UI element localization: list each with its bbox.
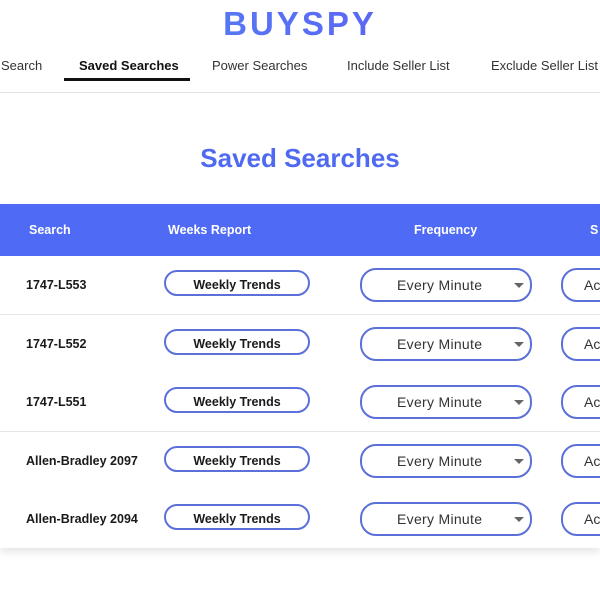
status-value: Ac (584, 511, 600, 527)
weekly-trends-button[interactable]: Weekly Trends (164, 387, 310, 413)
page: BUYSPY Search Saved Searches Power Searc… (0, 0, 600, 600)
tab-saved-searches[interactable]: Saved Searches (79, 48, 179, 80)
caret-down-icon (514, 400, 524, 405)
frequency-select[interactable]: Every Minute (360, 327, 532, 361)
status-value: Ac (584, 394, 600, 410)
top-nav: Search Saved Searches Power Searches Inc… (0, 48, 600, 93)
frequency-value: Every Minute (397, 277, 483, 293)
column-header-search: Search (29, 223, 71, 237)
tab-include-seller-list[interactable]: Include Seller List (347, 48, 450, 80)
weekly-trends-button[interactable]: Weekly Trends (164, 446, 310, 472)
frequency-value: Every Minute (397, 394, 483, 410)
frequency-select[interactable]: Every Minute (360, 444, 532, 478)
weekly-trends-button[interactable]: Weekly Trends (164, 329, 310, 355)
frequency-value: Every Minute (397, 336, 483, 352)
active-tab-underline (64, 78, 190, 81)
frequency-select[interactable]: Every Minute (360, 268, 532, 302)
status-select[interactable]: Ac (561, 444, 600, 478)
status-select[interactable]: Ac (561, 327, 600, 361)
status-select[interactable]: Ac (561, 502, 600, 536)
frequency-select[interactable]: Every Minute (360, 502, 532, 536)
saved-searches-table: Search Weeks Report Frequency S 1747-L55… (0, 204, 600, 548)
weekly-trends-button[interactable]: Weekly Trends (164, 270, 310, 296)
buyspy-logo[interactable]: BUYSPY (0, 4, 600, 44)
table-row: 1747-L552 Weekly Trends Every Minute Ac (0, 315, 600, 374)
column-header-status: S (590, 223, 599, 237)
tab-exclude-seller-list[interactable]: Exclude Seller List (491, 48, 598, 80)
status-value: Ac (584, 277, 600, 293)
search-term: Allen-Bradley 2097 (26, 454, 138, 468)
status-value: Ac (584, 453, 600, 469)
caret-down-icon (514, 283, 524, 288)
table-header: Search Weeks Report Frequency S (0, 204, 600, 256)
status-value: Ac (584, 336, 600, 352)
table-row: Allen-Bradley 2094 Weekly Trends Every M… (0, 490, 600, 548)
search-term: Allen-Bradley 2094 (26, 512, 138, 526)
search-term: 1747-L551 (26, 395, 87, 409)
caret-down-icon (514, 517, 524, 522)
table-row: 1747-L553 Weekly Trends Every Minute Ac (0, 256, 600, 315)
search-term: 1747-L553 (26, 278, 87, 292)
frequency-value: Every Minute (397, 511, 483, 527)
caret-down-icon (514, 342, 524, 347)
status-select[interactable]: Ac (561, 385, 600, 419)
frequency-select[interactable]: Every Minute (360, 385, 532, 419)
column-header-frequency: Frequency (414, 223, 478, 237)
page-title: Saved Searches (200, 143, 400, 173)
search-term: 1747-L552 (26, 337, 87, 351)
frequency-value: Every Minute (397, 453, 483, 469)
status-select[interactable]: Ac (561, 268, 600, 302)
column-header-weeks-report: Weeks Report (168, 223, 252, 237)
tab-power-searches[interactable]: Power Searches (212, 48, 307, 80)
weekly-trends-button[interactable]: Weekly Trends (164, 504, 310, 530)
tab-search[interactable]: Search (1, 48, 42, 80)
table-row: 1747-L551 Weekly Trends Every Minute Ac (0, 373, 600, 432)
caret-down-icon (514, 459, 524, 464)
table-row: Allen-Bradley 2097 Weekly Trends Every M… (0, 432, 600, 491)
